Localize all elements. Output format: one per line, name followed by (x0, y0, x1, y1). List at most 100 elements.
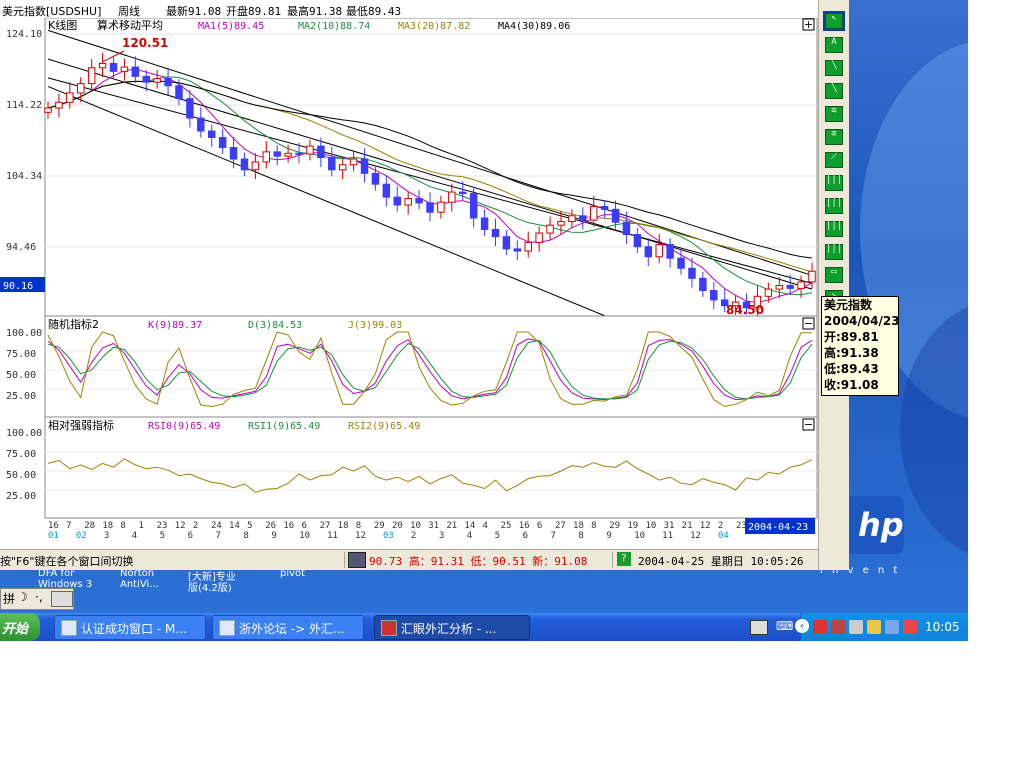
rsi-minimize-button[interactable]: − (802, 418, 815, 431)
date-month-label: 8 (243, 531, 248, 541)
ime-punct-icon[interactable]: ·, (35, 590, 43, 604)
taskbar-task[interactable]: 认证成功窗口 - M... (54, 615, 206, 640)
candle-body (797, 281, 805, 289)
date-day-label: 26 (265, 521, 276, 531)
rsi-y-tick: 75.00 (6, 449, 36, 460)
pointer-tool-button[interactable]: ↖ (823, 11, 845, 31)
date-day-label: 8 (591, 521, 596, 531)
rect-tool-button[interactable]: ▭ (825, 267, 843, 283)
candle-body (251, 161, 260, 171)
tooltip-date: 2004/04/23 (824, 314, 900, 328)
ime-keyboard-icon[interactable] (51, 591, 73, 607)
network-icon[interactable] (885, 620, 899, 634)
tray-app-icon[interactable] (867, 620, 881, 634)
candle-body (218, 136, 227, 149)
candle-body (459, 191, 467, 195)
task-label: 浙外论坛 -> 外汇... (239, 622, 345, 636)
rsi-panel-frame (44, 416, 818, 519)
ime-toolbar[interactable]: 拼 ☽ ·, (0, 588, 74, 610)
period-line-tool-button[interactable]: ||| (825, 244, 843, 260)
system-tray: ‹ 10:05 (795, 613, 968, 641)
taskbar-task-active[interactable]: 汇眼外汇分析 - ... (374, 615, 530, 640)
task-label: 认证成功窗口 - M... (81, 622, 187, 636)
cycle-tool-button[interactable]: ||| (825, 198, 843, 214)
keyboard-icon[interactable] (750, 620, 768, 635)
trend-tool-button[interactable]: ⟋ (825, 152, 843, 168)
candle-body (469, 193, 478, 219)
date-day-label: 27 (320, 521, 331, 531)
status-quote: 90.73 高：91.31 低：90.51 新：91.08 (369, 555, 588, 568)
text-tool-button[interactable]: A (825, 37, 843, 53)
date-day-label: 31 (428, 521, 439, 531)
date-month-label: 3 (439, 531, 444, 541)
date-month-label: 4 (467, 531, 472, 541)
fibonacci-tool-button[interactable]: ||| (825, 221, 843, 237)
rsi-minimize-glyph[interactable]: − (804, 418, 813, 431)
candle-body (284, 152, 292, 157)
tray-app-icon[interactable] (813, 620, 827, 634)
candle-body (207, 130, 216, 138)
candle-body (306, 145, 314, 155)
date-month-label: 10 (634, 531, 645, 541)
taskbar-task[interactable]: 浙外论坛 -> 外汇... (212, 615, 364, 640)
candle-body (360, 158, 369, 174)
latest-price: 最新91.08 (166, 5, 222, 18)
candle-body (710, 290, 718, 301)
tooltip-close: 收:91.08 (824, 378, 879, 392)
main-panel-label: K线图 (48, 18, 77, 32)
chart-area[interactable]: K线图 算术移动平均 MA1(5)89.45 MA2(10)88.74 MA3(… (0, 18, 818, 549)
date-month-label: 5 (160, 531, 165, 541)
line-tool-button[interactable]: ╲ (825, 60, 843, 76)
period-label[interactable]: 周线 (118, 3, 140, 19)
tooltip-high: 高:91.38 (824, 346, 879, 360)
candle-body (557, 221, 565, 226)
date-day-label: 8 (356, 521, 361, 531)
candle-body (120, 66, 129, 72)
channel-tool-button[interactable]: ≋ (825, 106, 843, 122)
date-day-label: 25 (501, 521, 512, 531)
date-day-label: 10 (645, 521, 656, 531)
svg-text:hp: hp (858, 506, 904, 544)
parallel-tool-button[interactable]: ≡ (825, 129, 843, 145)
date-day-label: 7 (66, 521, 71, 531)
date-day-label: 29 (609, 521, 620, 531)
candle-body (480, 217, 489, 230)
ime-moon-icon[interactable]: ☽ (17, 590, 28, 604)
candle-body (786, 285, 794, 289)
tray-app-icon[interactable] (831, 620, 845, 634)
date-day-label: 8 (120, 521, 125, 531)
date-month-label: 10 (299, 531, 310, 541)
ray-tool-button[interactable]: ╲ (825, 83, 843, 99)
date-day-label: 18 (338, 521, 349, 531)
tray-expand-icon[interactable]: ‹ (795, 619, 809, 633)
date-month-labels: 01 02 3 4 5 6 7 8 9 10 11 12 03 2 3 4 5 6 7 8 9 10 11 12 04 (48, 531, 729, 541)
rsi0-legend: RSI0(9)65.49 (148, 421, 220, 432)
candle-body (153, 78, 161, 83)
expand-button-glyph[interactable]: + (804, 18, 813, 31)
help-icon[interactable]: ? (617, 552, 631, 566)
date-month-label: 12 (690, 531, 701, 541)
gann-tool-button[interactable]: ||| (825, 175, 843, 191)
date-day-label: 20 (392, 521, 403, 531)
date-month-label: 3 (104, 531, 109, 541)
kdj-minimize-glyph[interactable]: − (804, 317, 813, 330)
ime-mode-icon[interactable]: 拼 (3, 590, 15, 607)
status-datetime: 2004-04-25 星期日 10:05:26 (638, 555, 804, 568)
candle-body (197, 117, 205, 132)
tray-app-icon[interactable] (849, 620, 863, 634)
start-button[interactable]: 开始 (0, 613, 40, 641)
candle-body (328, 157, 336, 171)
quote-panel-icon[interactable] (348, 552, 366, 568)
rsi-panel[interactable]: 相对强弱指标 RSI0(9)65.49 RSI1(9)65.49 RSI2(9)… (6, 416, 818, 519)
y-tick-label: 124.10 (6, 29, 42, 40)
kdj-panel[interactable]: 随机指标2 K(9)89.37 D(3)84.53 J(3)99.03 − 10… (6, 315, 818, 418)
kdj-minimize-button[interactable]: − (802, 317, 815, 330)
rsi-panel-label: 相对强弱指标 (48, 418, 114, 432)
task-label: 汇眼外汇分析 - ... (401, 622, 497, 636)
browser-icon (219, 620, 235, 636)
ime-switch-icon[interactable]: ⌨ (776, 619, 793, 633)
trend-tool-icon: ⟋ (830, 152, 838, 162)
main-expand-button[interactable]: + (802, 18, 815, 31)
kdj-y-tick: 100.00 (6, 328, 42, 339)
security-icon[interactable] (903, 620, 917, 634)
